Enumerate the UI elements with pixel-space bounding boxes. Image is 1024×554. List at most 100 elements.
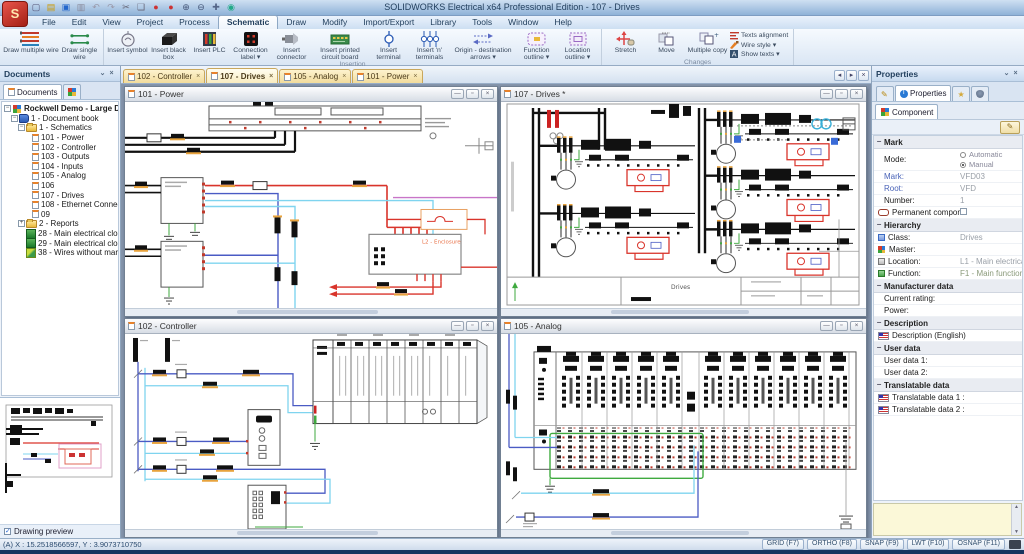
tree-item-09[interactable]: 09: [2, 210, 118, 220]
osnap-toggle-button[interactable]: OSNAP (F11): [952, 539, 1005, 550]
zoom-in-icon[interactable]: [180, 1, 192, 13]
move-button[interactable]: Move: [646, 30, 687, 54]
scroll-down-icon[interactable]: ▼: [1012, 529, 1021, 535]
record2-icon[interactable]: [165, 1, 177, 13]
scroll-tabs-right-icon[interactable]: [846, 70, 857, 81]
print-icon[interactable]: [75, 1, 87, 13]
show-texts-button[interactable]: A Show texts ▾: [730, 49, 788, 58]
menu-help[interactable]: Help: [546, 16, 579, 29]
expander-icon[interactable]: [4, 105, 11, 112]
doc-tab-101-power[interactable]: 101 - Power: [352, 69, 422, 83]
schematic-canvas-drives[interactable]: Drives: [501, 102, 866, 308]
doc-tab-105-analog[interactable]: 105 - Analog: [279, 69, 351, 83]
close-icon[interactable]: [850, 89, 863, 99]
expander-icon[interactable]: [18, 124, 25, 131]
insert-n-terminals-button[interactable]: Insert 'n' terminals: [409, 30, 450, 61]
scroll-up-icon[interactable]: ▲: [1012, 504, 1021, 510]
tree-item-project[interactable]: Rockwell Demo - Large Discret: [2, 104, 118, 114]
row-translatable-1[interactable]: Translatable data 1 :: [874, 392, 1022, 404]
save-icon[interactable]: [60, 1, 72, 13]
restore-icon[interactable]: [835, 89, 848, 99]
schematic-canvas-controller[interactable]: [125, 334, 497, 529]
tree-item-29-closet[interactable]: 29 - Main electrical closet: [2, 238, 118, 248]
window-title-bar[interactable]: 101 - Power: [125, 87, 497, 102]
close-tab-icon[interactable]: [413, 73, 417, 80]
mode-manual-option[interactable]: Manual: [960, 160, 1022, 170]
close-icon[interactable]: [481, 321, 494, 331]
restore-icon[interactable]: [835, 321, 848, 331]
menu-draw[interactable]: Draw: [278, 16, 314, 29]
menu-edit[interactable]: Edit: [64, 16, 95, 29]
row-permanent[interactable]: Permanent compone: [874, 207, 1022, 219]
close-icon[interactable]: [1011, 69, 1020, 78]
collapse-icon[interactable]: [874, 343, 884, 353]
schematic-canvas-power[interactable]: L2 - Enclosure: [125, 102, 497, 308]
collapse-icon[interactable]: [874, 281, 884, 291]
tree-item-reports[interactable]: 2 - Reports: [2, 219, 118, 229]
mode-automatic-option[interactable]: Automatic: [960, 150, 1022, 160]
tree-item-document-book[interactable]: 1 - Document book: [2, 114, 118, 124]
tree-item-38-wires[interactable]: 38 - Wires without mark: [2, 248, 118, 258]
row-user-data-2[interactable]: User data 2:: [874, 367, 1022, 379]
stretch-button[interactable]: Stretch: [605, 30, 646, 54]
row-master[interactable]: Master:: [874, 244, 1022, 256]
window-107-drives[interactable]: 107 - Drives *: [500, 86, 867, 317]
row-mark[interactable]: Mark: VFD03: [874, 171, 1022, 183]
row-description-english[interactable]: Description (English): [874, 330, 1022, 342]
window-102-controller[interactable]: 102 - Controller: [124, 318, 498, 538]
menu-library[interactable]: Library: [422, 16, 464, 29]
redo-icon[interactable]: [105, 1, 117, 13]
help-scrollbar[interactable]: ▲▼: [1011, 504, 1021, 535]
row-number[interactable]: Number: 1: [874, 195, 1022, 207]
collapse-icon[interactable]: [874, 220, 884, 230]
close-tab-icon[interactable]: [269, 73, 273, 80]
section-mark[interactable]: Mark: [874, 136, 1022, 149]
cut-icon[interactable]: [120, 1, 132, 13]
origin-destination-arrows-button[interactable]: Origin - destination arrows ▾: [450, 30, 516, 61]
window-title-bar[interactable]: 107 - Drives *: [501, 87, 866, 102]
section-translatable-data[interactable]: Translatable data: [874, 379, 1022, 392]
expander-icon[interactable]: [11, 115, 18, 122]
row-root[interactable]: Root: VFD: [874, 183, 1022, 195]
window-title-bar[interactable]: 102 - Controller: [125, 319, 497, 334]
row-location[interactable]: Location: L1 - Main electrical closet: [874, 256, 1022, 268]
pan-icon[interactable]: [210, 1, 222, 13]
scroll-tabs-left-icon[interactable]: [834, 70, 845, 81]
draw-single-wire-button[interactable]: Draw single wire: [59, 30, 100, 61]
pin-icon[interactable]: [98, 69, 107, 78]
row-translatable-2[interactable]: Translatable data 2 :: [874, 404, 1022, 416]
record-icon[interactable]: [150, 1, 162, 13]
section-hierarchy[interactable]: Hierarchy: [874, 219, 1022, 232]
tab-edit[interactable]: [876, 86, 894, 101]
insert-symbol-button[interactable]: Insert symbol: [107, 30, 148, 54]
insert-plc-button[interactable]: Insert PLC: [189, 30, 230, 54]
checkbox-icon[interactable]: [4, 528, 11, 535]
copy-icon[interactable]: [135, 1, 147, 13]
open-icon[interactable]: [45, 1, 57, 13]
doc-tab-107-drives[interactable]: 107 - Drives: [206, 68, 278, 83]
new-file-icon[interactable]: [30, 1, 42, 13]
tab-favorites[interactable]: [952, 86, 970, 101]
tree-item-schematics[interactable]: 1 - Schematics: [2, 123, 118, 133]
wire-style-button[interactable]: Wire style ▾: [730, 40, 788, 49]
tab-components[interactable]: [63, 84, 81, 99]
window-101-power[interactable]: 101 - Power: [124, 86, 498, 317]
close-tab-icon[interactable]: [342, 73, 346, 80]
minimize-icon[interactable]: [451, 321, 464, 331]
tree-item-103-outputs[interactable]: 103 - Outputs: [2, 152, 118, 162]
zoom-out-icon[interactable]: [195, 1, 207, 13]
edit-component-button[interactable]: [1000, 121, 1020, 134]
tree-item-101-power[interactable]: 101 - Power: [2, 133, 118, 143]
row-user-data-1[interactable]: User data 1:: [874, 355, 1022, 367]
undo-icon[interactable]: [90, 1, 102, 13]
tab-documents[interactable]: Documents: [3, 84, 62, 99]
pin-icon[interactable]: [1002, 69, 1011, 78]
row-function[interactable]: Function: F1 - Main function: [874, 268, 1022, 280]
close-icon[interactable]: [107, 69, 116, 78]
horizontal-scrollbar[interactable]: [501, 308, 866, 316]
menu-window[interactable]: Window: [500, 16, 546, 29]
drawing-preview-pane[interactable]: [0, 397, 120, 524]
connection-label-button[interactable]: Connection label ▾: [230, 30, 271, 61]
drawing-preview-toggle[interactable]: Drawing preview: [0, 524, 120, 538]
minimize-icon[interactable]: [820, 321, 833, 331]
